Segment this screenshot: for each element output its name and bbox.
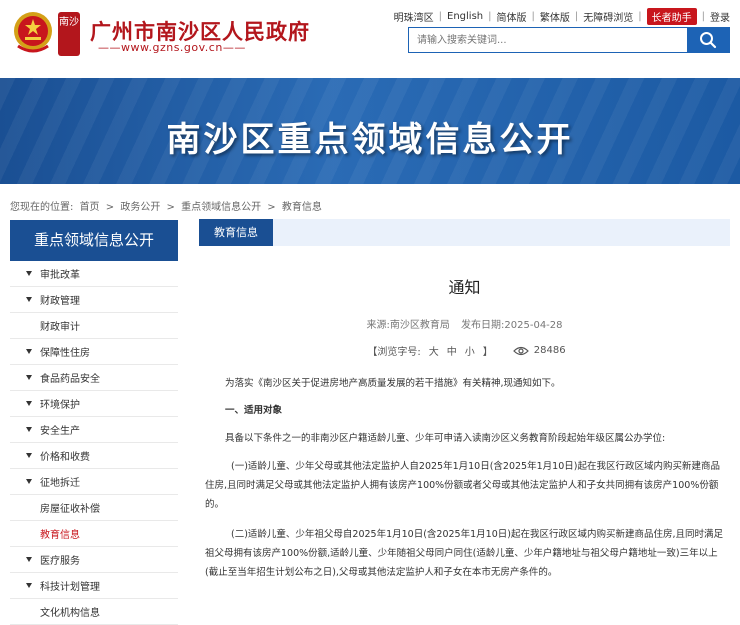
- link-traditional[interactable]: 繁体版: [540, 9, 570, 24]
- paragraph: (二)适龄儿童、少年祖父母自2025年1月10日(含2025年1月10日)起在我…: [205, 529, 723, 578]
- sidebar-item-approval-reform[interactable]: 审批改革: [10, 261, 178, 287]
- sidebar-item-housing[interactable]: 保障性住房: [10, 339, 178, 365]
- sidebar-item-education[interactable]: 教育信息: [10, 521, 178, 547]
- top-links: 明珠湾区 | English | 简体版 | 繁体版 | 无障碍浏览 | 长者助手 | 登录: [394, 8, 730, 25]
- font-size-label: 【浏览字号:: [367, 347, 421, 358]
- font-size-end: 】: [482, 347, 493, 358]
- article-title: 通知: [448, 278, 481, 297]
- sidebar-item-land[interactable]: 征地拆迁: [10, 469, 178, 495]
- sidebar-heading: 重点领域信息公开: [10, 220, 178, 261]
- triangle-down-icon: [26, 349, 32, 354]
- login-link[interactable]: 登录: [710, 9, 730, 24]
- breadcrumb-sep: >: [105, 202, 115, 213]
- triangle-down-icon: [26, 375, 32, 380]
- sidebar-item-medical[interactable]: 医疗服务: [10, 547, 178, 573]
- sidebar-item-safety[interactable]: 安全生产: [10, 417, 178, 443]
- view-count: 28486: [512, 345, 566, 356]
- search-icon: [700, 32, 717, 49]
- eye-icon: [512, 346, 529, 355]
- breadcrumb-gov-affairs[interactable]: 政务公开: [120, 202, 160, 213]
- breadcrumb-education[interactable]: 教育信息: [282, 202, 322, 213]
- search-button[interactable]: [687, 28, 729, 52]
- paragraph: 为落实《南沙区关于促进房地产高质量发展的若干措施》有关精神,现通知如下。: [225, 378, 561, 389]
- sidebar-item-finance-audit[interactable]: 财政审计: [10, 313, 178, 339]
- link-simplified[interactable]: 简体版: [497, 9, 527, 24]
- elder-assistant-button[interactable]: 长者助手: [646, 8, 697, 25]
- triangle-down-icon: [26, 479, 32, 484]
- article-source: 来源:南沙区教育局: [366, 320, 450, 331]
- link-accessibility[interactable]: 无障碍浏览: [583, 9, 633, 24]
- triangle-down-icon: [26, 453, 32, 458]
- national-emblem-icon: [14, 12, 52, 53]
- search-box: [408, 27, 730, 53]
- paragraph: 具备以下条件之一的非南沙区户籍适龄儿童、少年可申请入读南沙区义务教育阶段起始年级…: [225, 433, 666, 444]
- link-english[interactable]: English: [447, 11, 483, 22]
- sidebar-item-food-drug[interactable]: 食品药品安全: [10, 365, 178, 391]
- breadcrumb-prefix: 您现在的位置:: [10, 202, 74, 213]
- section-heading: 一、适用对象: [225, 405, 283, 416]
- view-count-value: 28486: [533, 345, 566, 356]
- sidebar-item-science[interactable]: 科技计划管理: [10, 573, 178, 599]
- article: 通知 来源:南沙区教育局 发布日期:2025-04-28 【浏览字号: 大中小】 …: [199, 246, 730, 582]
- font-size-small[interactable]: 小: [465, 347, 475, 358]
- triangle-down-icon: [26, 271, 32, 276]
- article-meta: 来源:南沙区教育局 发布日期:2025-04-28: [199, 316, 730, 331]
- nansha-logo: 南沙: [58, 12, 80, 56]
- sidebar: 重点领域信息公开 审批改革 财政管理 财政审计 保障性住房 食品药品安全 环境保…: [10, 220, 178, 625]
- paragraph: (一)适龄儿童、少年父母或其他法定监护人自2025年1月10日(含2025年1月…: [205, 461, 720, 510]
- content-tab-bar: 教育信息: [199, 219, 730, 246]
- font-size-control: 【浏览字号: 大中小】: [363, 343, 496, 358]
- triangle-down-icon: [26, 557, 32, 562]
- triangle-down-icon: [26, 401, 32, 406]
- article-body: 为落实《南沙区关于促进房地产高质量发展的若干措施》有关精神,现通知如下。 一、适…: [199, 374, 730, 582]
- search-input[interactable]: [409, 28, 687, 52]
- breadcrumb-key-areas[interactable]: 重点领域信息公开: [181, 202, 261, 213]
- tab-education[interactable]: 教育信息: [199, 219, 273, 246]
- article-tools: 【浏览字号: 大中小】 28486: [199, 343, 730, 358]
- breadcrumb: 您现在的位置: 首页 > 政务公开 > 重点领域信息公开 > 教育信息: [10, 198, 325, 213]
- sidebar-item-culture[interactable]: 文化机构信息: [10, 599, 178, 625]
- breadcrumb-home[interactable]: 首页: [80, 202, 100, 213]
- link-mingzhu-bay[interactable]: 明珠湾区: [394, 9, 434, 24]
- triangle-down-icon: [26, 297, 32, 302]
- triangle-down-icon: [26, 583, 32, 588]
- sidebar-item-prices[interactable]: 价格和收费: [10, 443, 178, 469]
- breadcrumb-sep: >: [267, 202, 276, 213]
- font-size-medium[interactable]: 中: [447, 347, 457, 358]
- triangle-down-icon: [26, 427, 32, 432]
- font-size-large[interactable]: 大: [429, 347, 439, 358]
- banner-title: 南沙区重点领域信息公开: [166, 120, 574, 160]
- sidebar-item-finance[interactable]: 财政管理: [10, 287, 178, 313]
- site-url: ——www.gzns.gov.cn——: [98, 41, 246, 54]
- site-header: 南沙 广州市南沙区人民政府 ——www.gzns.gov.cn—— 明珠湾区 | …: [0, 0, 740, 78]
- page-banner: 南沙区重点领域信息公开: [0, 78, 740, 184]
- sidebar-item-expropriation[interactable]: 房屋征收补偿: [10, 495, 178, 521]
- breadcrumb-sep: >: [166, 202, 175, 213]
- sidebar-item-environment[interactable]: 环境保护: [10, 391, 178, 417]
- article-date: 发布日期:2025-04-28: [461, 320, 563, 331]
